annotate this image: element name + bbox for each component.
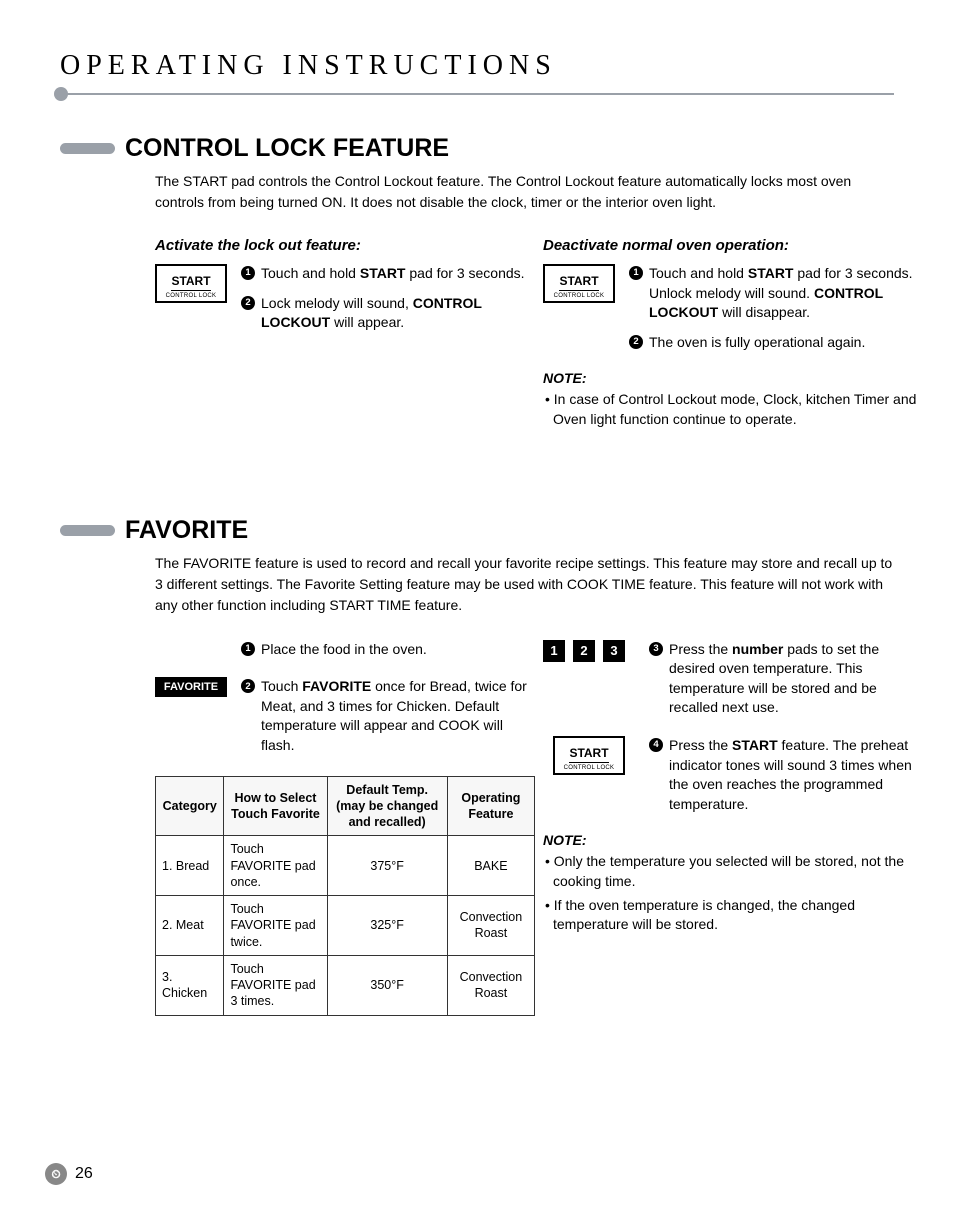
- lg-logo-icon: ⏲: [45, 1163, 67, 1185]
- start-pad-label: START: [171, 274, 210, 291]
- step-number-icon: 3: [649, 642, 663, 656]
- title-rule: [60, 88, 894, 100]
- table-header-row: Category How to Select Touch Favorite De…: [156, 776, 535, 836]
- table-cell: 375°F: [327, 836, 447, 896]
- favorite-step-2: 2 Touch FAVORITE once for Bread, twice f…: [241, 677, 535, 755]
- favorite-table: Category How to Select Touch Favorite De…: [155, 776, 535, 1016]
- table-cell: Touch FAVORITE pad 3 times.: [224, 955, 327, 1015]
- table-row: 2. Meat Touch FAVORITE pad twice. 325°F …: [156, 896, 535, 956]
- step-number-icon: 1: [629, 266, 643, 280]
- favorite-step-3: 3 Press the number pads to set the desir…: [649, 640, 923, 718]
- table-header: How to Select Touch Favorite: [224, 776, 327, 836]
- table-header: Category: [156, 776, 224, 836]
- number-pad-3: 3: [603, 640, 625, 662]
- section-favorite-heading-row: FAVORITE: [60, 516, 894, 545]
- step-number-icon: 1: [241, 266, 255, 280]
- bullet-bar-icon: [60, 143, 115, 154]
- step-number-icon: 4: [649, 738, 663, 752]
- favorite-note-1: • Only the temperature you selected will…: [543, 852, 923, 891]
- step-number-icon: 2: [241, 296, 255, 310]
- page-number: 26: [75, 1165, 93, 1183]
- section-heading-control-lock: CONTROL LOCK FEATURE: [125, 134, 449, 163]
- favorite-step-1: 1 Place the food in the oven.: [241, 640, 427, 660]
- bullet-bar-icon: [60, 525, 115, 536]
- deactivate-column: Deactivate normal oven operation: START …: [543, 237, 923, 434]
- table-cell: BAKE: [447, 836, 534, 896]
- start-pad-activate: START CONTROL LOCK: [155, 264, 227, 303]
- deactivate-step-2: 2 The oven is fully operational again.: [629, 333, 923, 353]
- favorite-pad: FAVORITE: [155, 677, 227, 697]
- table-header: Operating Feature: [447, 776, 534, 836]
- favorite-note-label: NOTE:: [543, 832, 923, 848]
- activate-step-2: 2 Lock melody will sound, CONTROL LOCKOU…: [241, 294, 535, 333]
- table-cell: Touch FAVORITE pad once.: [224, 836, 327, 896]
- start-pad-sublabel: CONTROL LOCK: [554, 293, 605, 299]
- start-pad-sublabel: CONTROL LOCK: [166, 293, 217, 299]
- start-pad-label: START: [559, 274, 598, 291]
- start-pad-deactivate: START CONTROL LOCK: [543, 264, 615, 303]
- table-row: 3. Chicken Touch FAVORITE pad 3 times. 3…: [156, 955, 535, 1015]
- deactivate-note: • In case of Control Lockout mode, Clock…: [543, 390, 923, 429]
- page-footer: ⏲ 26: [45, 1163, 93, 1185]
- table-cell: Convection Roast: [447, 955, 534, 1015]
- favorite-note-2: • If the oven temperature is changed, th…: [543, 896, 923, 935]
- favorite-right-column: 1 2 3 3 Press the number pads to set the…: [543, 640, 923, 1016]
- table-cell: 1. Bread: [156, 836, 224, 896]
- start-pad-sublabel: CONTROL LOCK: [564, 765, 615, 771]
- number-pad-2: 2: [573, 640, 595, 662]
- step-number-icon: 2: [241, 679, 255, 693]
- table-cell: 350°F: [327, 955, 447, 1015]
- table-row: 1. Bread Touch FAVORITE pad once. 375°F …: [156, 836, 535, 896]
- table-cell: 3. Chicken: [156, 955, 224, 1015]
- activate-column: Activate the lock out feature: START CON…: [155, 237, 535, 434]
- number-pads: 1 2 3: [543, 640, 635, 662]
- favorite-step-4: 4 Press the START feature. The preheat i…: [649, 736, 923, 814]
- activate-step-1: 1 Touch and hold START pad for 3 seconds…: [241, 264, 535, 284]
- favorite-left-column: 1 Place the food in the oven. FAVORITE 2…: [155, 640, 535, 1016]
- step-number-icon: 2: [629, 335, 643, 349]
- table-cell: Convection Roast: [447, 896, 534, 956]
- table-cell: Touch FAVORITE pad twice.: [224, 896, 327, 956]
- activate-subheading: Activate the lock out feature:: [155, 237, 535, 254]
- start-pad-label: START: [569, 746, 608, 763]
- deactivate-subheading: Deactivate normal oven operation:: [543, 237, 923, 254]
- deactivate-note-label: NOTE:: [543, 370, 923, 386]
- section-control-lock-heading-row: CONTROL LOCK FEATURE: [60, 134, 894, 163]
- table-header: Default Temp. (may be changed and recall…: [327, 776, 447, 836]
- table-cell: 325°F: [327, 896, 447, 956]
- favorite-intro: The FAVORITE feature is used to record a…: [155, 553, 894, 616]
- step-number-icon: 1: [241, 642, 255, 656]
- section-heading-favorite: FAVORITE: [125, 516, 248, 545]
- control-lock-intro: The START pad controls the Control Locko…: [155, 171, 894, 213]
- start-pad-favorite: START CONTROL LOCK: [553, 736, 625, 775]
- table-cell: 2. Meat: [156, 896, 224, 956]
- deactivate-step-1: 1 Touch and hold START pad for 3 seconds…: [629, 264, 923, 323]
- number-pad-1: 1: [543, 640, 565, 662]
- page-title: OPERATING INSTRUCTIONS: [60, 50, 894, 82]
